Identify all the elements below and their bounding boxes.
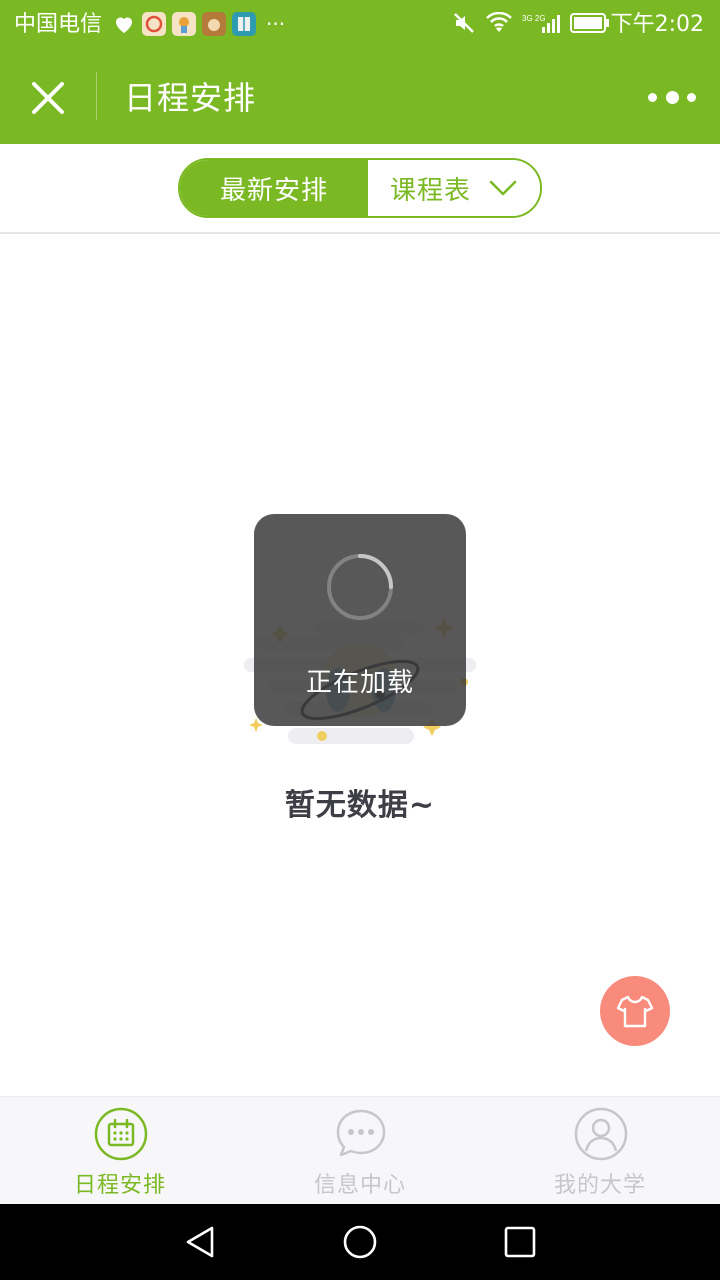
book-notification-icon	[232, 12, 256, 36]
notification-icons: ···	[112, 12, 285, 36]
status-bar: 中国电信 ··· 3G 2G 下午2:02	[0, 0, 720, 52]
bottom-tab-bar: 日程安排 信息中心 我的大学	[0, 1096, 720, 1204]
empty-state-message: 暂无数据~	[284, 788, 436, 823]
tab-timetable-dropdown[interactable]: 课程表	[368, 160, 540, 216]
system-icons: 3G 2G	[452, 11, 610, 39]
tab-my-university[interactable]: 我的大学	[480, 1097, 720, 1205]
more-dots-icon	[648, 92, 657, 102]
chevron-down-icon	[489, 180, 517, 196]
tab-schedule-label: 日程安排	[73, 1173, 166, 1198]
carrier-name: 中国电信	[14, 12, 103, 37]
svg-text:3G 2G: 3G 2G	[522, 14, 546, 23]
calendar-icon	[94, 1107, 148, 1161]
wifi-icon	[486, 11, 512, 38]
theme-skin-button[interactable]	[600, 976, 670, 1046]
more-notifications-indicator: ···	[266, 12, 286, 36]
tab-my-university-label: 我的大学	[553, 1173, 646, 1198]
tab-schedule[interactable]: 日程安排	[0, 1097, 240, 1205]
tab-timetable-label: 课程表	[390, 175, 472, 206]
app-notification-icon	[202, 12, 226, 36]
recent-apps-square-icon[interactable]	[502, 1224, 538, 1260]
mute-icon	[452, 11, 476, 39]
heart-health-icon	[112, 12, 136, 36]
view-switcher-area: 最新安排 课程表	[0, 144, 720, 234]
chat-bubble-icon	[336, 1109, 386, 1157]
tab-message-center-label: 信息中心	[313, 1173, 406, 1198]
page-title: 日程安排	[124, 79, 257, 117]
cellular-signal-icon: 3G 2G	[522, 11, 560, 39]
loading-toast: 正在加载	[254, 514, 466, 726]
header-divider	[96, 72, 97, 120]
user-profile-icon	[574, 1107, 628, 1161]
view-switcher: 最新安排 课程表	[178, 158, 542, 218]
back-triangle-icon[interactable]	[182, 1224, 218, 1260]
app-notification-icon	[172, 12, 196, 36]
app-notification-icon	[142, 12, 166, 36]
clock-time: 下午2:02	[610, 12, 704, 37]
tab-message-center[interactable]: 信息中心	[240, 1097, 480, 1205]
loading-label: 正在加载	[305, 668, 414, 698]
t-shirt-icon	[616, 995, 654, 1028]
app-header: 日程安排	[0, 52, 720, 144]
tab-latest-schedule[interactable]: 最新安排	[180, 160, 368, 216]
loading-spinner-icon	[327, 554, 393, 620]
close-button[interactable]	[24, 74, 72, 122]
close-icon	[32, 82, 64, 114]
tab-latest-schedule-label: 最新安排	[219, 175, 328, 206]
system-navigation-bar	[0, 1204, 720, 1280]
home-circle-icon[interactable]	[342, 1224, 378, 1260]
more-options-button[interactable]	[648, 82, 696, 112]
battery-icon	[570, 12, 610, 38]
